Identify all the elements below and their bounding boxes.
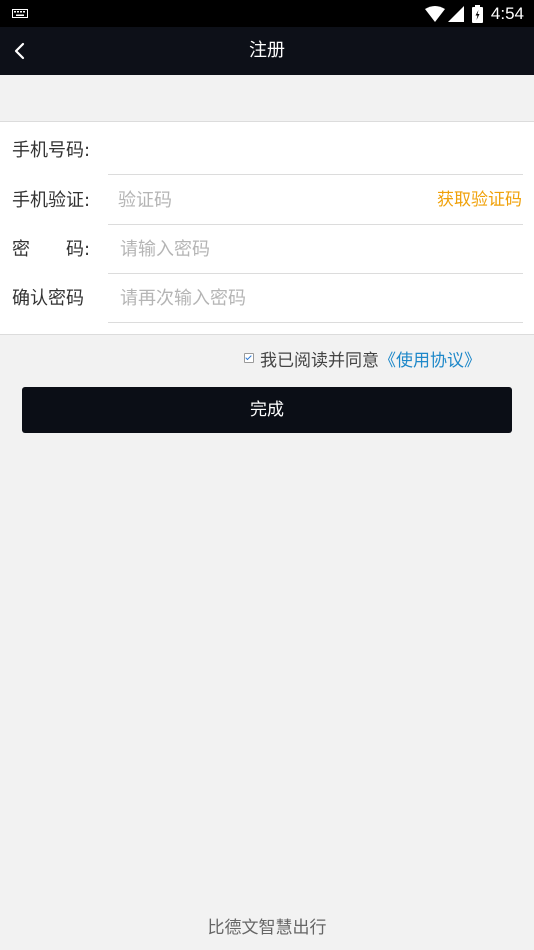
password-input[interactable]: [108, 225, 420, 273]
verify-label: 手机验证:: [12, 190, 91, 211]
confirm-row: 确认密码: [0, 274, 534, 323]
confirm-password-input[interactable]: [108, 274, 420, 322]
phone-label: 手机号码:: [12, 140, 91, 161]
confirm-password-label: 确认密码: [12, 288, 84, 309]
clock: 4:54: [490, 3, 524, 23]
agreement-row: 我已阅读并同意 《使用协议》: [244, 345, 481, 371]
password-row: 密 码:: [0, 225, 534, 274]
password-label: 密 码:: [12, 239, 91, 260]
verify-code-input[interactable]: [108, 176, 418, 224]
top-bar: 注册: [0, 27, 534, 75]
signal-icon: [447, 5, 464, 22]
register-form: 手机号码: 手机验证: 获取验证码 密 码: 确认密码: [0, 121, 534, 335]
footer-text: 比德文智慧出行: [207, 918, 327, 938]
agreement-checkbox[interactable]: [244, 353, 254, 363]
agreement-text: 我已阅读并同意: [260, 350, 379, 371]
phone-input[interactable]: [108, 126, 420, 174]
divider: [108, 174, 523, 175]
page-title: 注册: [249, 40, 285, 61]
status-icons: 4:54: [424, 0, 524, 27]
keyboard-icon: [12, 9, 28, 18]
phone-row: 手机号码:: [0, 126, 534, 175]
divider: [108, 322, 523, 323]
complete-button[interactable]: 完成: [22, 387, 512, 433]
battery-icon: [471, 4, 483, 23]
terms-link[interactable]: 《使用协议》: [379, 346, 481, 371]
verify-row: 手机验证: 获取验证码: [0, 176, 534, 225]
wifi-icon: [424, 5, 445, 22]
status-bar: 4:54: [0, 0, 534, 27]
get-code-button[interactable]: 获取验证码: [437, 176, 522, 225]
